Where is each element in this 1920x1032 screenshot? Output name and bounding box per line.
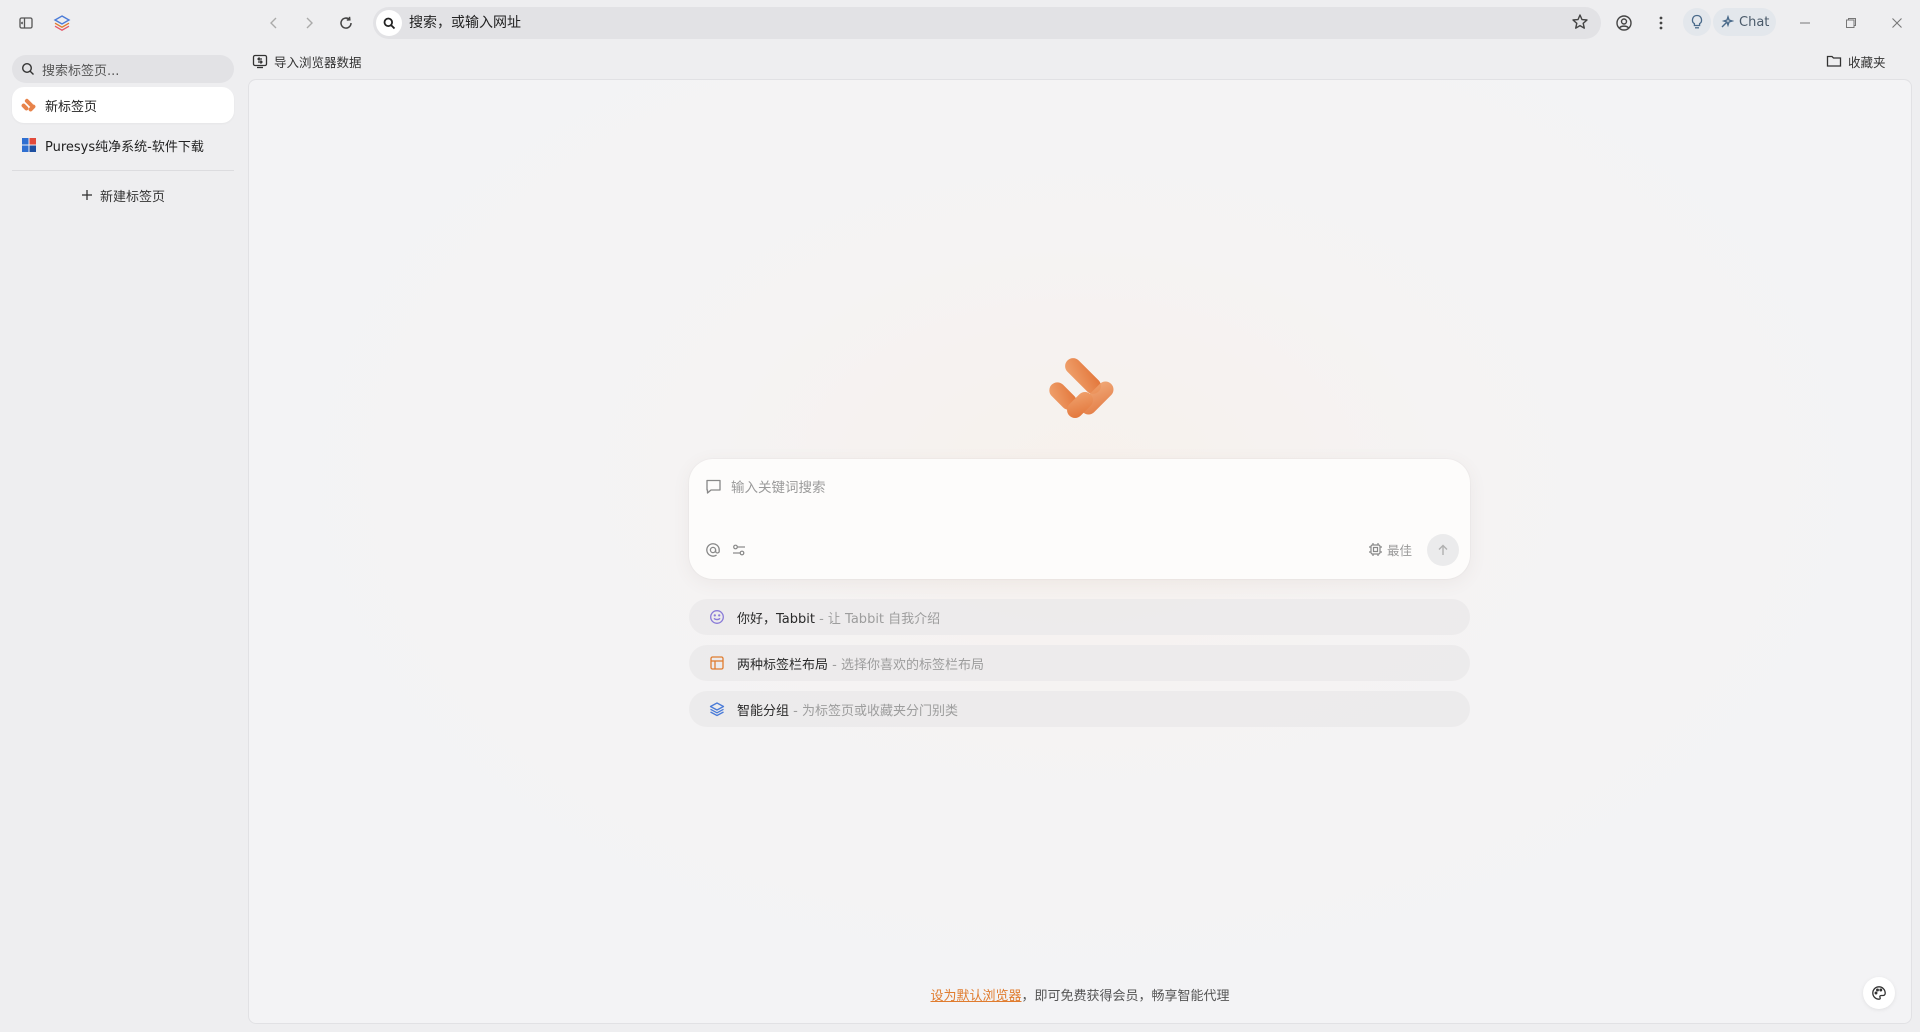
layout-icon bbox=[709, 655, 725, 671]
tools-icon[interactable] bbox=[732, 543, 746, 557]
tabbit-logo-icon bbox=[21, 97, 37, 113]
minimize-icon[interactable] bbox=[1790, 8, 1820, 38]
chat-button[interactable]: Chat bbox=[1713, 8, 1776, 36]
suggestion-desc: - 选择你喜欢的标签栏布局 bbox=[828, 657, 984, 673]
send-button[interactable] bbox=[1427, 534, 1459, 566]
import-browser-data-button[interactable]: 导入浏览器数据 bbox=[252, 50, 362, 72]
mention-icon[interactable] bbox=[705, 542, 721, 558]
theme-button[interactable] bbox=[1863, 977, 1895, 1009]
sidebar-tab-puresys[interactable]: Puresys纯净系统-软件下载 bbox=[12, 127, 234, 163]
favorites-label: 收藏夹 bbox=[1848, 54, 1886, 70]
forward-icon[interactable] bbox=[294, 8, 324, 38]
suggestion-item[interactable]: 智能分组 - 为标签页或收藏夹分门别类 bbox=[689, 691, 1470, 727]
chat-label: Chat bbox=[1739, 14, 1770, 30]
chip-icon bbox=[1368, 542, 1383, 557]
new-tab-button[interactable]: 新建标签页 bbox=[12, 179, 234, 211]
set-default-browser-link[interactable]: 设为默认浏览器 bbox=[930, 989, 1021, 1004]
new-tab-label: 新建标签页 bbox=[99, 189, 165, 205]
sidebar: 搜索标签页... 新标签页 Puresys纯净系统-软件下载 新建标签页 bbox=[0, 45, 246, 1032]
model-selector[interactable]: 最佳 bbox=[1368, 540, 1412, 559]
smile-icon bbox=[709, 609, 725, 625]
lightbulb-icon[interactable] bbox=[1683, 8, 1711, 36]
arrow-up-icon bbox=[1437, 544, 1449, 556]
suggestion-desc: - 为标签页或收藏夹分门别类 bbox=[789, 703, 958, 719]
plus-icon bbox=[81, 189, 93, 201]
sidebar-tab-new-tab[interactable]: 新标签页 bbox=[12, 87, 234, 123]
suggestion-item[interactable]: 两种标签栏布局 - 选择你喜欢的标签栏布局 bbox=[689, 645, 1470, 681]
sidebar-toggle-icon[interactable] bbox=[11, 8, 41, 38]
restore-icon[interactable] bbox=[1836, 8, 1866, 38]
bookmark-star-icon[interactable] bbox=[1571, 13, 1589, 31]
address-bar[interactable]: 搜索，或输入网址 bbox=[373, 7, 1601, 39]
top-toolbar: 搜索，或输入网址 Chat bbox=[0, 0, 1920, 45]
site-favicon-icon bbox=[21, 137, 37, 153]
suggestion-title: 你好，Tabbit bbox=[737, 611, 815, 627]
sidebar-divider bbox=[12, 170, 234, 171]
close-icon[interactable] bbox=[1882, 8, 1912, 38]
promo-text: ，即可免费获得会员，畅享智能代理 bbox=[1021, 989, 1230, 1004]
suggestion-title: 两种标签栏布局 bbox=[737, 657, 829, 673]
search-placeholder[interactable]: 输入关键词搜索 bbox=[731, 476, 826, 496]
search-icon bbox=[21, 62, 35, 76]
default-browser-promo: 设为默认浏览器，即可免费获得会员，畅享智能代理 bbox=[249, 985, 1911, 1004]
import-label: 导入浏览器数据 bbox=[274, 54, 362, 70]
sparkle-icon bbox=[1719, 14, 1734, 30]
layers-icon[interactable] bbox=[47, 8, 77, 38]
favorites-button[interactable]: 收藏夹 bbox=[1826, 50, 1886, 72]
import-icon bbox=[252, 54, 268, 69]
suggestion-item[interactable]: 你好，Tabbit - 让 Tabbit 自我介绍 bbox=[689, 599, 1470, 635]
folder-icon bbox=[1826, 54, 1842, 68]
ai-search-box[interactable]: 输入关键词搜索 最佳 bbox=[689, 459, 1470, 579]
message-icon bbox=[705, 478, 722, 495]
model-label: 最佳 bbox=[1387, 543, 1413, 558]
suggestion-desc: - 让 Tabbit 自我介绍 bbox=[814, 611, 941, 627]
layers-icon bbox=[709, 701, 725, 717]
address-text[interactable]: 搜索，或输入网址 bbox=[409, 7, 521, 39]
sidebar-tab-label: Puresys纯净系统-软件下载 bbox=[45, 139, 204, 155]
palette-icon bbox=[1871, 985, 1887, 1001]
tab-search-placeholder: 搜索标签页... bbox=[42, 63, 120, 79]
suggestion-title: 智能分组 bbox=[737, 703, 790, 719]
tabbit-logo bbox=[1045, 350, 1121, 426]
back-icon[interactable] bbox=[259, 8, 289, 38]
tab-search-input[interactable]: 搜索标签页... bbox=[12, 55, 234, 83]
account-icon[interactable] bbox=[1609, 8, 1639, 38]
more-menu-icon[interactable] bbox=[1646, 8, 1676, 38]
reload-icon[interactable] bbox=[331, 8, 361, 38]
search-icon bbox=[376, 10, 402, 36]
new-tab-page: 输入关键词搜索 最佳 你好，Tabbit - 让 Tabbit 自我介绍 两种标… bbox=[248, 79, 1912, 1024]
sidebar-tab-label: 新标签页 bbox=[45, 99, 98, 115]
